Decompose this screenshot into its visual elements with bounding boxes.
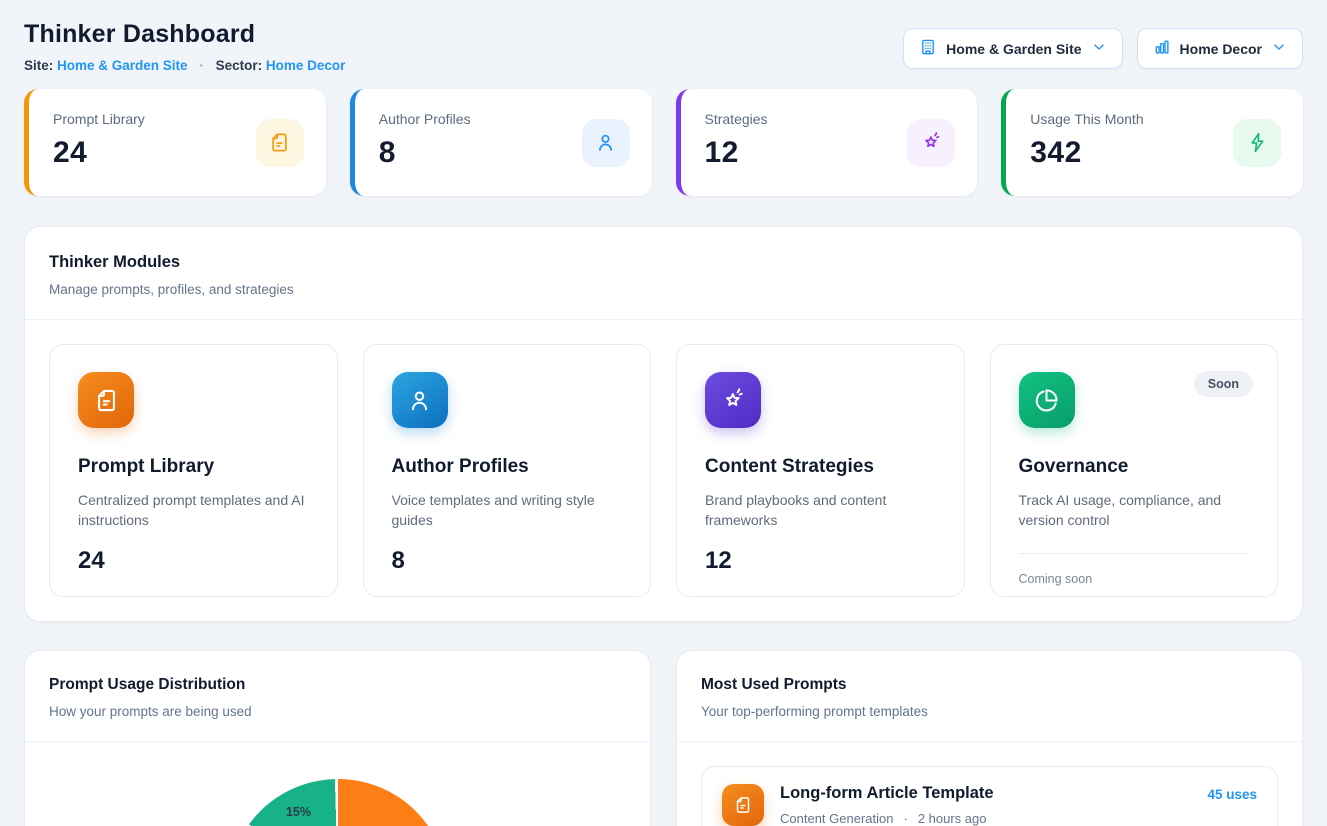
header-selectors: Home & Garden Site Home Decor xyxy=(903,28,1303,69)
modules-panel-header: Thinker Modules Manage prompts, profiles… xyxy=(25,227,1302,319)
sector-selector-label: Home Decor xyxy=(1180,41,1262,57)
site-link[interactable]: Home & Garden Site xyxy=(57,58,188,73)
module-count: 8 xyxy=(392,547,623,575)
usage-chart-area: 15% xyxy=(25,779,650,826)
chevron-down-icon xyxy=(1271,39,1287,58)
modules-panel-subtitle: Manage prompts, profiles, and strategies xyxy=(49,282,1278,297)
chevron-down-icon xyxy=(1091,39,1107,58)
module-title: Content Strategies xyxy=(705,456,936,478)
sector-selector-button[interactable]: Home Decor xyxy=(1137,28,1303,69)
module-description: Brand playbooks and content frameworks xyxy=(705,490,936,531)
document-icon xyxy=(256,119,304,167)
prompt-list-item[interactable]: Long-form Article Template Content Gener… xyxy=(701,766,1278,826)
bar-chart-icon xyxy=(1153,38,1171,59)
module-card-governance[interactable]: Soon Governance Track AI usage, complian… xyxy=(990,344,1279,597)
pie-chart-icon xyxy=(1019,372,1075,428)
prompt-uses-count: 45 uses xyxy=(1207,787,1257,802)
prompt-category: Content Generation xyxy=(780,811,893,826)
site-selector-button[interactable]: Home & Garden Site xyxy=(903,28,1122,69)
module-description: Centralized prompt templates and AI inst… xyxy=(78,490,309,531)
stat-card-strategies: Strategies 12 xyxy=(676,89,978,196)
modules-grid: Prompt Library Centralized prompt templa… xyxy=(25,320,1302,621)
page-header: Thinker Dashboard Site: Home & Garden Si… xyxy=(24,20,1303,73)
module-card-content-strategies[interactable]: Content Strategies Brand playbooks and c… xyxy=(676,344,965,597)
card-divider xyxy=(25,741,650,742)
prompt-usage-card: Prompt Usage Distribution How your promp… xyxy=(24,650,651,826)
building-icon xyxy=(919,38,937,59)
most-used-prompts-card: Most Used Prompts Your top-performing pr… xyxy=(676,650,1303,826)
site-label: Site: xyxy=(24,58,53,73)
modules-panel-title: Thinker Modules xyxy=(49,253,1278,272)
stat-card-usage: Usage This Month 342 xyxy=(1001,89,1303,196)
prompt-item-title: Long-form Article Template xyxy=(780,784,1191,803)
prompt-time: 2 hours ago xyxy=(918,811,987,826)
header-left: Thinker Dashboard Site: Home & Garden Si… xyxy=(24,20,345,73)
module-title: Governance xyxy=(1019,456,1250,478)
page-title: Thinker Dashboard xyxy=(24,20,345,49)
prompts-card-header: Most Used Prompts Your top-performing pr… xyxy=(677,651,1302,741)
prompts-card-title: Most Used Prompts xyxy=(701,676,1278,694)
lightning-icon xyxy=(1233,119,1281,167)
bottom-row: Prompt Usage Distribution How your promp… xyxy=(24,650,1303,826)
prompts-list: Long-form Article Template Content Gener… xyxy=(677,742,1302,826)
site-sector-line: Site: Home & Garden Site · Sector: Home … xyxy=(24,58,345,73)
usage-card-subtitle: How your prompts are being used xyxy=(49,704,626,719)
stat-card-author-profiles: Author Profiles 8 xyxy=(350,89,652,196)
dot-separator: · xyxy=(199,58,204,73)
document-icon xyxy=(78,372,134,428)
sector-label: Sector: xyxy=(216,58,263,73)
prompt-item-meta: Content Generation · 2 hours ago xyxy=(780,811,1191,826)
site-selector-label: Home & Garden Site xyxy=(946,41,1081,57)
stats-row: Prompt Library 24 Author Profiles 8 S xyxy=(24,89,1303,196)
thinker-modules-panel: Thinker Modules Manage prompts, profiles… xyxy=(24,226,1303,622)
module-count: 12 xyxy=(705,547,936,575)
coming-soon-text: Coming soon xyxy=(1019,572,1250,586)
usage-card-header: Prompt Usage Distribution How your promp… xyxy=(25,651,650,741)
soon-badge: Soon xyxy=(1194,371,1253,397)
sparkle-star-icon xyxy=(907,119,955,167)
module-description: Track AI usage, compliance, and version … xyxy=(1019,490,1250,531)
user-icon xyxy=(582,119,630,167)
module-card-author-profiles[interactable]: Author Profiles Voice templates and writ… xyxy=(363,344,652,597)
prompt-item-text: Long-form Article Template Content Gener… xyxy=(780,784,1191,826)
dot-separator: · xyxy=(903,811,907,826)
module-count: 24 xyxy=(78,547,309,575)
module-description: Voice templates and writing style guides xyxy=(392,490,623,531)
sector-link[interactable]: Home Decor xyxy=(266,58,346,73)
document-icon xyxy=(722,784,764,826)
stat-card-prompt-library: Prompt Library 24 xyxy=(24,89,326,196)
dashboard-page: Thinker Dashboard Site: Home & Garden Si… xyxy=(0,0,1327,826)
module-divider xyxy=(1019,553,1250,554)
usage-card-title: Prompt Usage Distribution xyxy=(49,676,626,694)
module-title: Prompt Library xyxy=(78,456,309,478)
donut-slice-label: 15% xyxy=(286,805,311,819)
module-card-prompt-library[interactable]: Prompt Library Centralized prompt templa… xyxy=(49,344,338,597)
sparkle-star-icon xyxy=(705,372,761,428)
usage-donut: 15% xyxy=(228,779,448,826)
prompts-card-subtitle: Your top-performing prompt templates xyxy=(701,704,1278,719)
user-icon xyxy=(392,372,448,428)
module-title: Author Profiles xyxy=(392,456,623,478)
